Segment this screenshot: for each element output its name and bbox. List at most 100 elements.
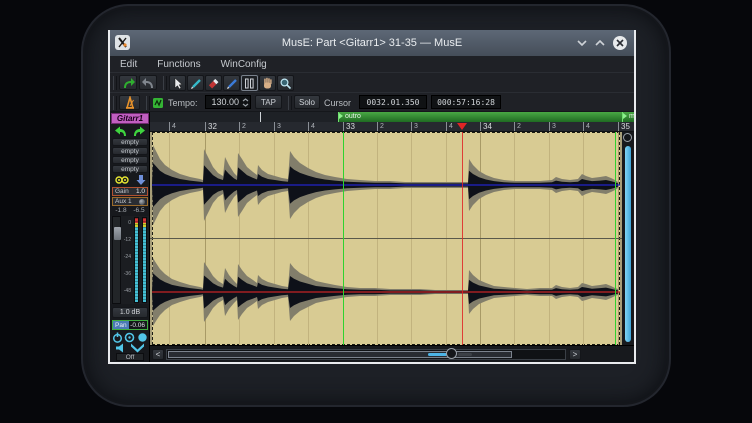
hzoom-slider-filled[interactable] (428, 353, 447, 356)
marker-tick (260, 112, 261, 122)
spin-down-icon[interactable] (242, 103, 249, 107)
gain-db-button[interactable]: 1.0 dB (112, 307, 148, 318)
menu-item-edit[interactable]: Edit (120, 59, 137, 70)
meter-scale: 0-12-24-36-48 (122, 216, 132, 304)
range-tool-button[interactable] (241, 75, 258, 91)
automation-mode[interactable]: Off (116, 353, 144, 361)
redo-button[interactable] (139, 75, 157, 90)
vertical-scrollbar[interactable] (622, 132, 634, 345)
toolbar-handle[interactable] (146, 96, 150, 110)
meter-block: 0-12-24-36-48 (111, 216, 149, 304)
waveform-plot (150, 132, 622, 345)
aux-send-control[interactable]: Aux 1 (112, 197, 148, 206)
marker-strip[interactable]: outromo (150, 112, 634, 122)
gain-control[interactable]: Gain 1.0 (112, 187, 148, 196)
stereo-icon[interactable] (115, 176, 129, 184)
gain-label: Gain (115, 188, 129, 195)
meter-peak-values: -1.8 -6.5 (112, 207, 148, 215)
chevron-down-icon (577, 40, 587, 46)
ruler-tick: 3 (411, 122, 418, 132)
meter-scale-label: -24 (124, 255, 131, 260)
meter-scale-label: -48 (124, 289, 131, 294)
marker-region[interactable]: mo (622, 112, 634, 122)
toolbar-handle[interactable] (113, 76, 117, 90)
aux-label: Aux 1 (115, 198, 132, 205)
pan-tool-button[interactable] (259, 75, 276, 91)
pan-control[interactable]: Pan -0.06 (112, 320, 148, 330)
route-down-icon[interactable] (136, 175, 146, 185)
titlebar[interactable]: MusE: Part <Gitarr1> 31-35 — MusE (110, 30, 634, 56)
solo-button[interactable]: Solo (294, 95, 320, 109)
metronome-button[interactable] (119, 95, 140, 110)
part-list-item[interactable]: empty (112, 138, 148, 146)
scroll-left-icon: < (156, 350, 161, 359)
gain-value: 1.0 (136, 188, 145, 195)
zoom-tool-button[interactable] (277, 75, 294, 91)
pan-tool-icon (261, 77, 274, 90)
tools-toolbar (110, 72, 634, 92)
tap-label: TAP (261, 98, 276, 107)
marker-region[interactable]: outro (338, 112, 622, 122)
tempo-master-toggle[interactable] (153, 98, 163, 108)
eraser-tool-icon (207, 77, 220, 90)
undo-button[interactable] (119, 75, 137, 90)
volume-slider-thumb[interactable] (114, 227, 121, 240)
tap-button[interactable]: TAP (255, 95, 282, 109)
ruler-tick: 2 (377, 122, 384, 132)
track-name[interactable]: Gitarr1 (111, 113, 149, 124)
vertical-scroll-thumb[interactable] (625, 146, 631, 342)
part-list-item[interactable]: empty (112, 156, 148, 164)
pencil-tool-icon (189, 77, 202, 90)
timeline-ruler[interactable]: 432234332343423435 (150, 122, 634, 132)
part-list-item[interactable]: empty (112, 165, 148, 173)
ruler-tick: 4 (446, 122, 453, 132)
ruler-tick: 33 (343, 122, 355, 132)
playhead-marker[interactable] (457, 123, 467, 130)
volume-slider[interactable] (112, 216, 121, 304)
prev-part-button[interactable] (113, 126, 128, 137)
pencil-tool-button[interactable] (187, 75, 204, 91)
ruler-tick: 3 (274, 122, 281, 132)
menu-item-winconfig[interactable]: WinConfig (221, 59, 267, 70)
redo-icon (141, 77, 156, 89)
horizontal-scroll-track[interactable] (166, 349, 566, 360)
scroll-right-button[interactable]: > (569, 349, 581, 360)
solo-label: Solo (299, 98, 315, 107)
gain-db-value: 1.0 dB (120, 309, 140, 316)
editor-main: Gitarr1 emptyemptyemptyempty Gain 1.0 Au… (110, 112, 634, 362)
spin-up-icon[interactable] (242, 98, 249, 102)
shade-button[interactable] (574, 35, 590, 51)
menu-item-functions[interactable]: Functions (157, 59, 200, 70)
collapse-icon[interactable] (130, 343, 145, 353)
close-icon (613, 36, 627, 50)
maximize-button[interactable] (592, 35, 608, 51)
waveform-canvas[interactable] (150, 132, 622, 345)
meter-scale-label: -12 (124, 238, 131, 243)
toolbar-handle[interactable] (288, 96, 292, 110)
hzoom-slider-track[interactable] (458, 353, 472, 356)
vertical-zoom-knob[interactable] (623, 133, 632, 142)
speaker-icon[interactable] (115, 343, 124, 353)
automation-mode-label: Off (126, 354, 135, 361)
close-button[interactable] (612, 35, 628, 51)
muse-part-editor-window: MusE: Part <Gitarr1> 31-35 — MusE Edit Fu… (108, 30, 636, 364)
next-part-button[interactable] (132, 126, 147, 137)
chevron-up-icon (595, 40, 605, 46)
toolbar-handle[interactable] (163, 76, 167, 90)
locator-line (343, 132, 344, 345)
part-list-item[interactable]: empty (112, 147, 148, 155)
scroll-left-button[interactable]: < (152, 349, 164, 360)
toolbar-handle[interactable] (113, 96, 117, 110)
aux-knob-icon[interactable] (139, 199, 145, 205)
eraser-tool-button[interactable] (205, 75, 222, 91)
ruler-tick: 35 (618, 122, 630, 132)
hzoom-slider-knob[interactable] (446, 348, 457, 359)
pointer-tool-button[interactable] (169, 75, 186, 91)
cutter-tool-button[interactable] (223, 75, 240, 91)
tempo-spinbox[interactable]: 130.00 (205, 95, 251, 109)
zoom-tool-icon (279, 77, 292, 90)
pan-label: Pan (113, 321, 129, 329)
pan-value: -0.06 (129, 322, 147, 329)
ruler-tick: 3 (549, 122, 556, 132)
marker-flag-icon (339, 113, 343, 119)
